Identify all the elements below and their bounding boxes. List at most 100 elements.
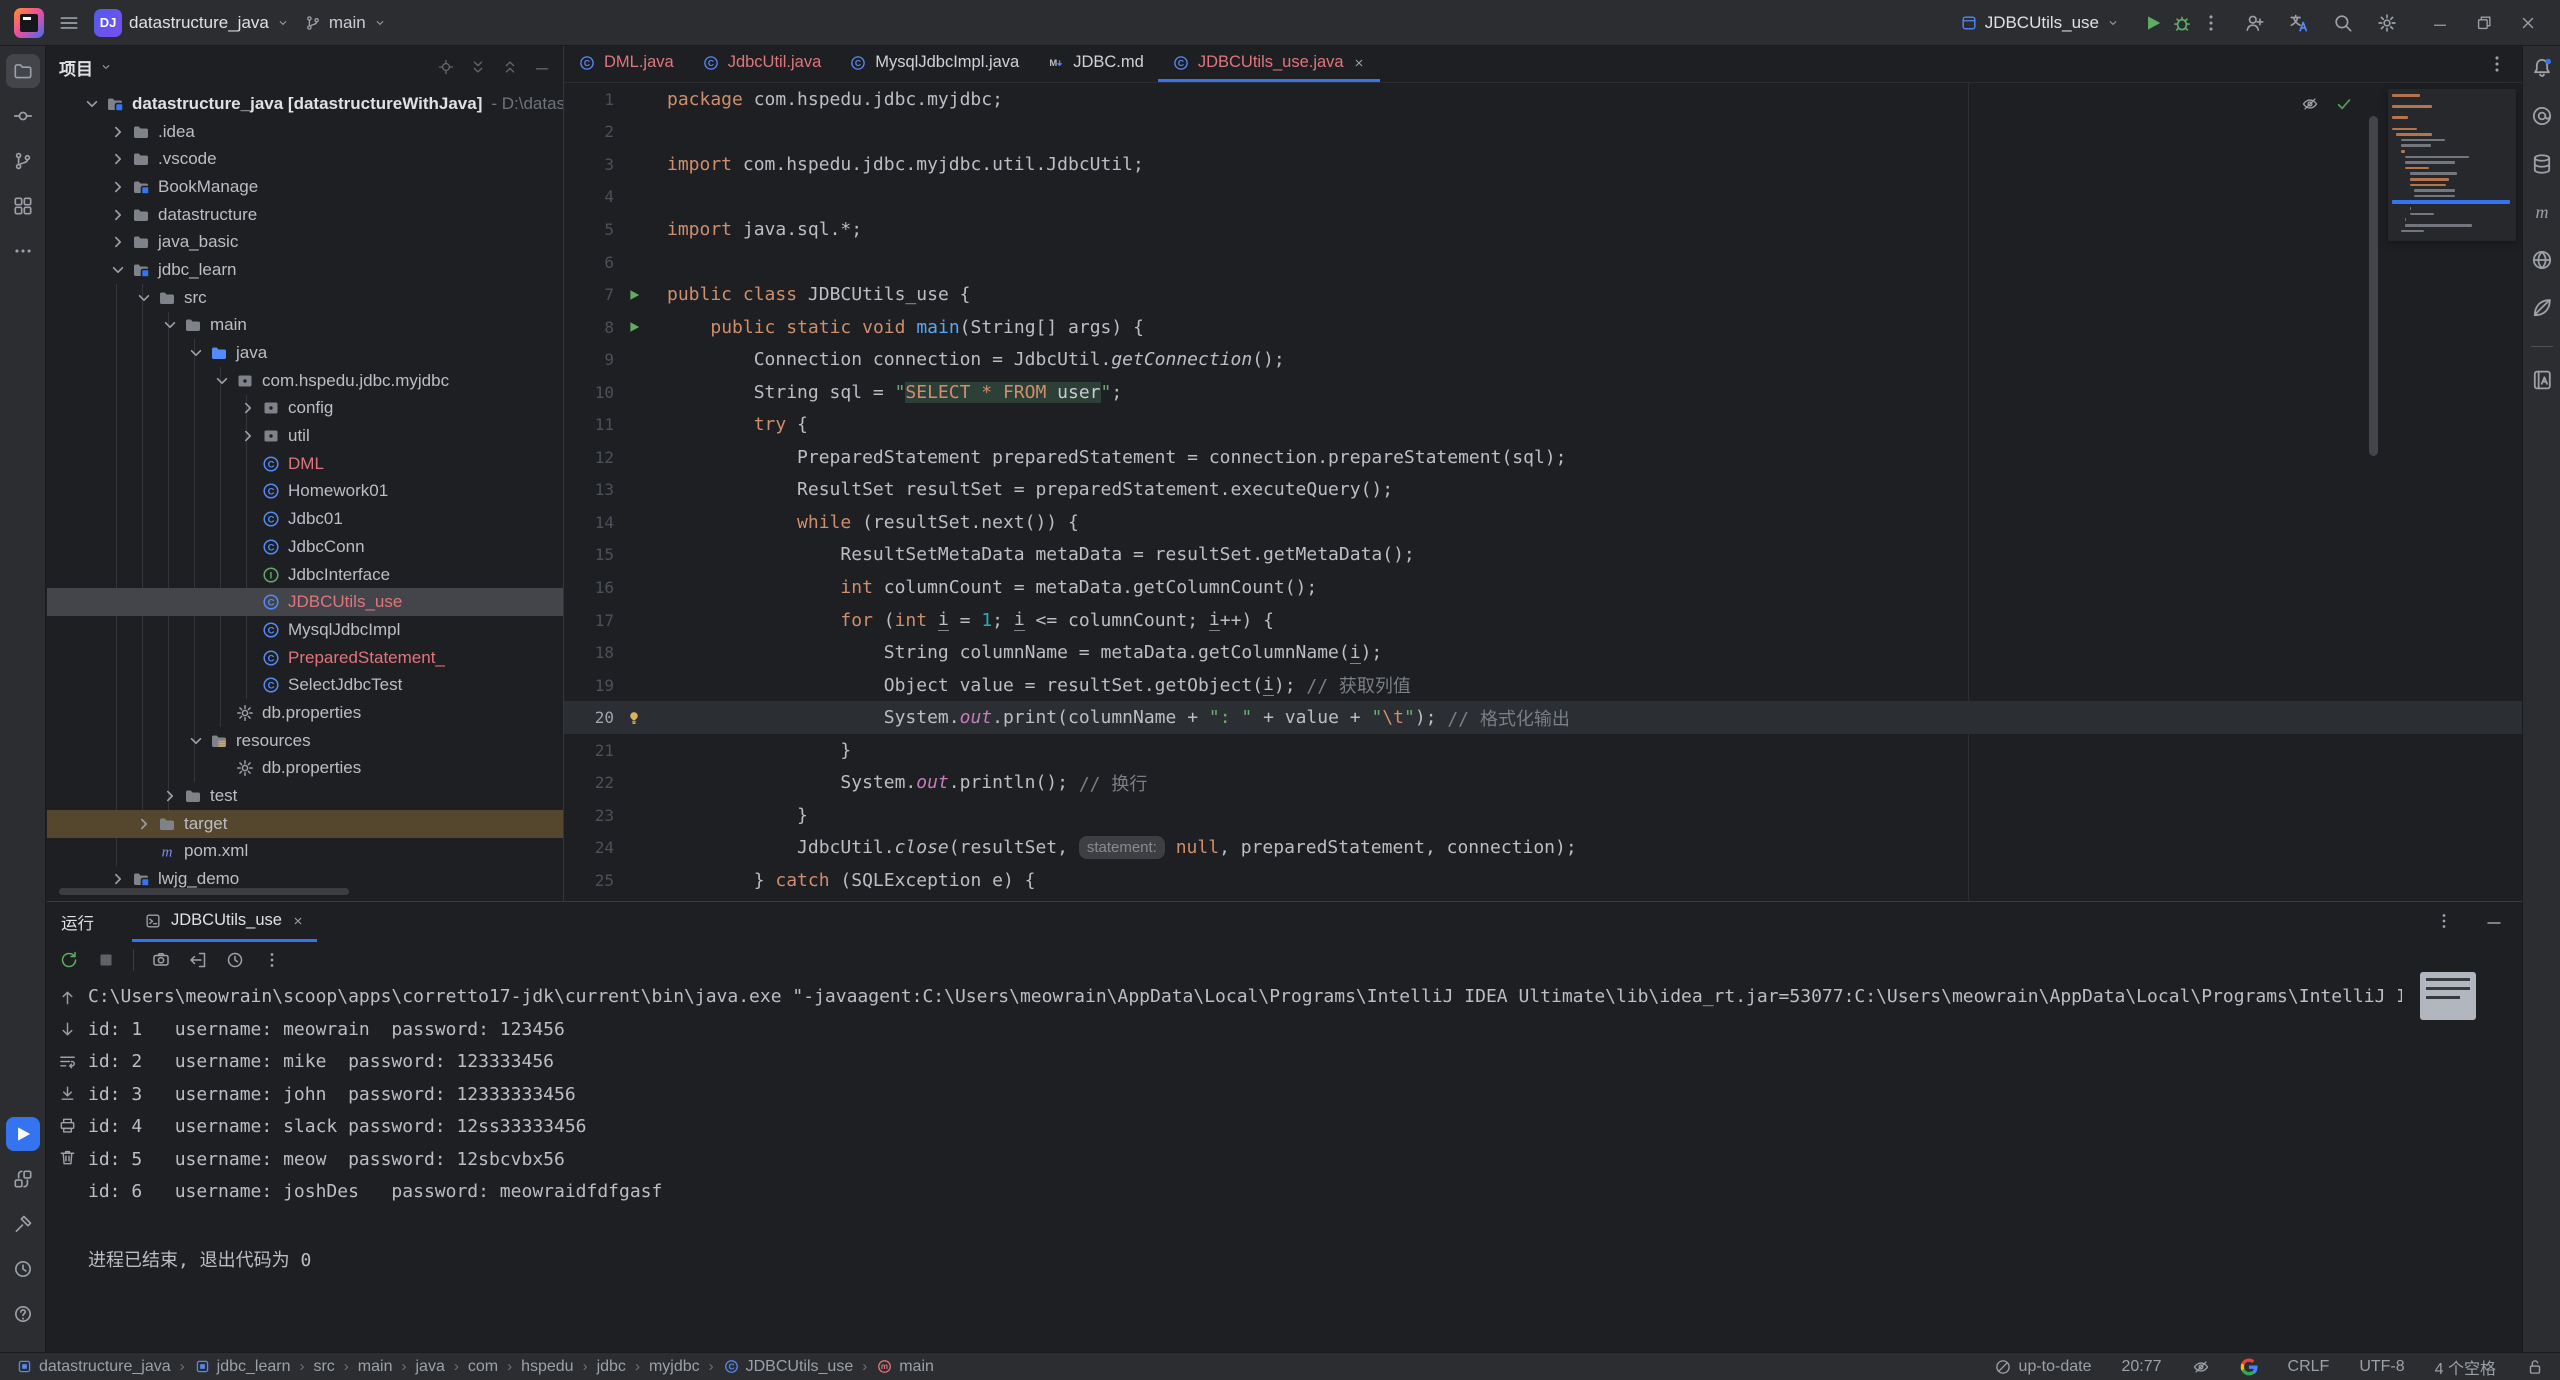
run-icon[interactable] [626,287,642,303]
settings-icon[interactable] [2376,12,2398,34]
tree-item-java_basic[interactable]: java_basic [47,228,563,256]
line-number[interactable]: 15 [564,545,626,564]
line-number[interactable]: 17 [564,611,626,630]
tree-item-jdbc01[interactable]: CJdbc01 [47,505,563,533]
rerun-icon[interactable] [59,950,79,970]
maven-icon[interactable]: m [2530,200,2554,229]
scroll-end-icon[interactable] [58,1084,77,1103]
arrow-up-icon[interactable] [58,988,77,1007]
tree-item-.vscode[interactable]: .vscode [47,145,563,173]
chevron-right-icon[interactable] [237,425,259,447]
tree-item-dml[interactable]: CDML [47,450,563,478]
debug-icon[interactable] [2171,12,2193,34]
close-icon[interactable] [291,914,305,928]
add-user-icon[interactable] [2244,12,2266,34]
line-number[interactable]: 3 [564,155,626,174]
kebab-icon[interactable] [262,950,282,970]
line-number[interactable]: 13 [564,480,626,499]
history-icon[interactable] [225,950,245,970]
console-output[interactable]: C:\Users\meowrain\scoop\apps\corretto17-… [88,986,2402,1348]
tree-item-.idea[interactable]: .idea [47,118,563,146]
line-number[interactable]: 19 [564,676,626,695]
google-widget[interactable] [2240,1358,2258,1376]
code-minimap[interactable] [2388,89,2516,241]
inspection-widget[interactable] [2301,95,2353,113]
chevron-down-icon[interactable] [211,370,233,392]
tree-item-target[interactable]: target [47,810,563,838]
stop-icon[interactable] [96,950,116,970]
line-number[interactable]: 1 [564,90,626,109]
translate-icon[interactable] [2288,12,2310,34]
close-small-icon[interactable] [1352,56,1366,70]
project-widget[interactable]: DJ datastructure_java [94,9,290,37]
hide-icon[interactable] [2484,911,2504,931]
chevron-down-icon[interactable] [185,342,207,364]
chevron-down-icon[interactable] [133,287,155,309]
chevron-down-icon[interactable] [159,314,181,336]
indent-widget[interactable]: 4 个空格 [2435,1355,2496,1379]
chevron-down-icon[interactable] [185,730,207,752]
breadcrumb-item-datastructure_java[interactable]: datastructure_java [16,1358,171,1376]
tree-item-jdbc_learn[interactable]: jdbc_learn [47,256,563,284]
tree-item-util[interactable]: util [47,422,563,450]
readonly-widget[interactable] [2526,1358,2544,1376]
line-number[interactable]: 4 [564,187,626,206]
line-number[interactable]: 20 [564,708,626,727]
chevron-right-icon[interactable] [107,231,129,253]
line-number[interactable]: 8 [564,318,626,337]
database-icon[interactable] [2530,152,2554,181]
spring-icon[interactable] [2530,296,2554,325]
tree-item-jdbcinterface[interactable]: IJdbcInterface [47,561,563,589]
breadcrumb-item-src[interactable]: src [313,1358,334,1376]
trash-icon[interactable] [58,1148,77,1167]
line-number[interactable]: 24 [564,838,626,857]
line-number[interactable]: 25 [564,871,626,890]
line-number[interactable]: 9 [564,350,626,369]
chevron-down-icon[interactable] [107,259,129,281]
editor-scrollbar[interactable] [2369,116,2378,456]
kebab-icon[interactable] [2200,12,2222,34]
breadcrumb-item-jdbc_learn[interactable]: jdbc_learn [194,1358,291,1376]
tree-item-jdbcconn[interactable]: CJdbcConn [47,533,563,561]
eye-off-icon[interactable] [2301,95,2319,113]
project-folder-icon[interactable] [6,54,40,88]
git-branch-icon[interactable] [6,144,40,178]
chevron-right-icon[interactable] [237,397,259,419]
tree-item-db.properties[interactable]: db.properties [47,755,563,783]
more-icon[interactable] [6,234,40,268]
chevron-right-icon[interactable] [159,785,181,807]
minimize-button[interactable] [2420,14,2460,32]
soft-wrap-icon[interactable] [58,1052,77,1071]
vcs-branch-widget[interactable]: main [304,13,387,33]
code-editor[interactable]: 1package com.hspedu.jdbc.myjdbc;23import… [564,83,2522,901]
chevron-down-icon[interactable] [81,93,103,115]
tree-item-java[interactable]: java [47,339,563,367]
print-icon[interactable] [58,1116,77,1135]
main-menu-icon[interactable] [58,12,80,34]
tree-item-jdbcutils_use[interactable]: CJDBCUtils_use [47,588,563,616]
chevron-right-icon[interactable] [107,868,129,890]
line-number[interactable]: 5 [564,220,626,239]
tree-item-test[interactable]: test [47,782,563,810]
line-number[interactable]: 16 [564,578,626,597]
editor-tab-jdbcutils_use.java[interactable]: CJDBCUtils_use.java [1158,46,1380,82]
breadcrumb-item-main[interactable]: main [358,1358,393,1376]
tree-item-selectjdbctest[interactable]: CSelectJdbcTest [47,671,563,699]
ai-assistant-icon[interactable] [2530,104,2554,133]
editor-tab-dml.java[interactable]: CDML.java [564,46,688,82]
expand-all-icon[interactable] [469,58,487,76]
breadcrumb-item-jdbcutils_use[interactable]: CJDBCUtils_use [723,1358,854,1376]
line-number[interactable]: 6 [564,253,626,272]
dictionary-icon[interactable] [2530,368,2554,397]
editor-tab-jdbcutil.java[interactable]: CJdbcUtil.java [688,46,836,82]
breadcrumb-item-myjdbc[interactable]: myjdbc [649,1358,700,1376]
arrow-down-icon[interactable] [58,1020,77,1039]
run-icon[interactable] [626,319,642,335]
maximize-button[interactable] [2464,14,2504,32]
line-number[interactable]: 11 [564,415,626,434]
check-icon[interactable] [2335,95,2353,113]
structure-icon[interactable] [6,189,40,223]
kebab-icon[interactable] [2434,911,2454,931]
tree-item-src[interactable]: src [47,284,563,312]
breadcrumb-item-jdbc[interactable]: jdbc [597,1358,626,1376]
